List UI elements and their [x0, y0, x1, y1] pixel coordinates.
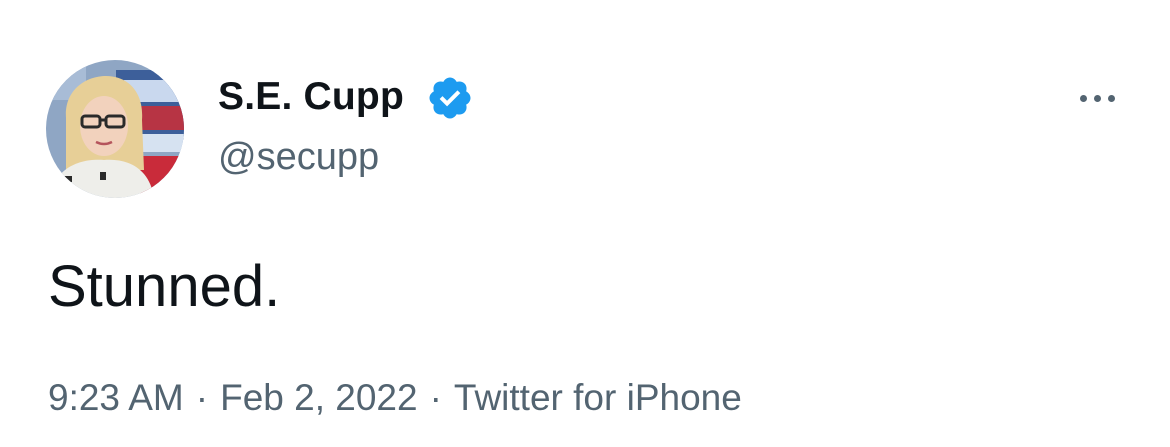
verified-badge-icon — [429, 77, 471, 119]
meta-separator: · — [195, 377, 209, 418]
display-name[interactable]: S.E. Cupp — [218, 72, 404, 122]
avatar-photo-icon — [46, 60, 184, 198]
more-dot — [1093, 94, 1101, 102]
tweet-source[interactable]: Twitter for iPhone — [454, 377, 742, 418]
tweet-text: Stunned. — [48, 254, 281, 319]
tweet-metadata: 9:23 AM · Feb 2, 2022 · Twitter for iPhone — [48, 374, 742, 422]
tweet-time[interactable]: 9:23 AM — [48, 377, 184, 418]
more-options-icon[interactable] — [1066, 76, 1128, 120]
avatar[interactable] — [46, 60, 184, 198]
tweet-date[interactable]: Feb 2, 2022 — [220, 377, 417, 418]
more-dot — [1079, 94, 1087, 102]
user-handle[interactable]: @secupp — [218, 133, 379, 181]
meta-separator: · — [429, 377, 442, 418]
more-dot — [1107, 94, 1115, 102]
